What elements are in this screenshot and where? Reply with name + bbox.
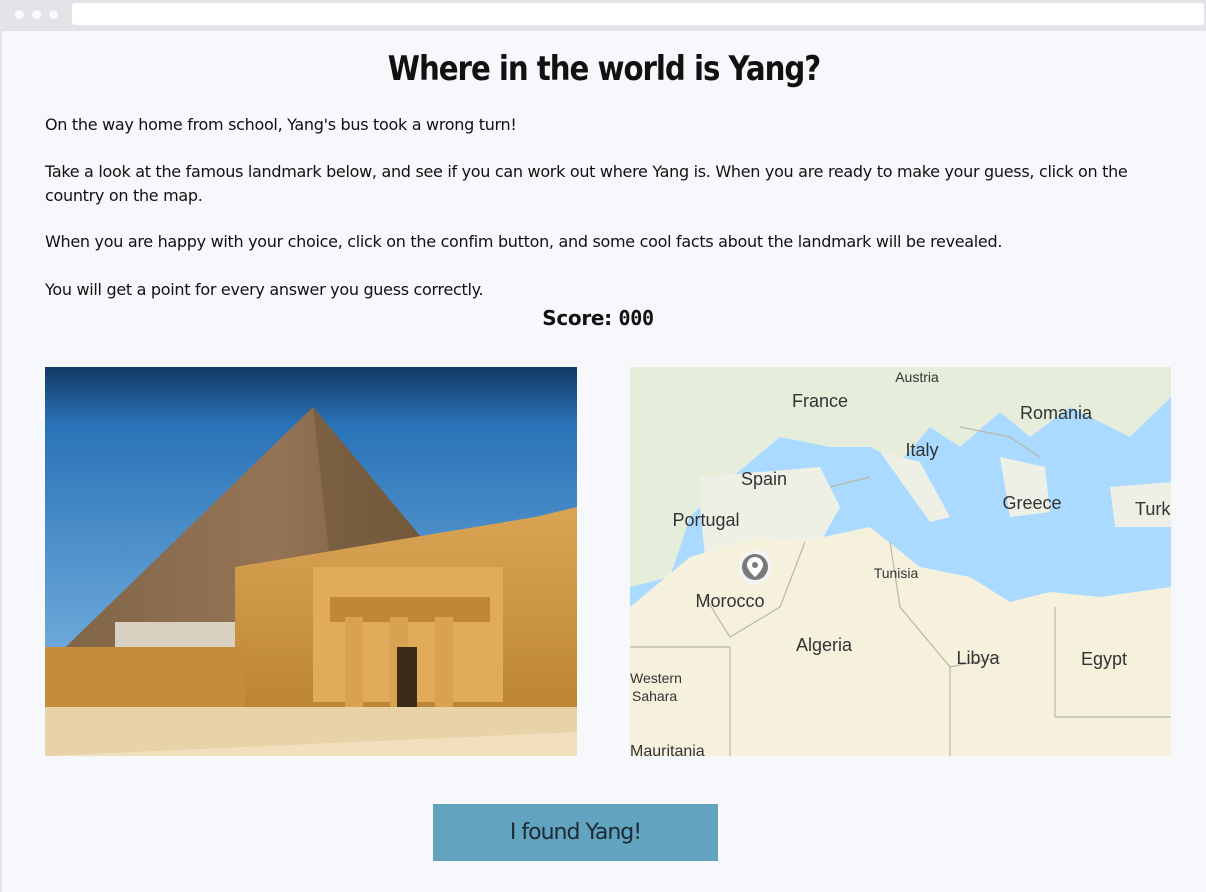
map-label-tunisia[interactable]: Tunisia	[874, 565, 919, 581]
map-label-sahara[interactable]: Sahara	[632, 688, 677, 704]
map-label-egypt[interactable]: Egypt	[1081, 649, 1127, 669]
browser-chrome	[0, 0, 1206, 31]
score-label: Score:	[542, 306, 612, 330]
window-dot-icon	[15, 10, 24, 19]
points-paragraph: You will get a point for every answer yo…	[45, 280, 484, 299]
map-label-portugal[interactable]: Portugal	[672, 510, 739, 530]
map-label-mauritania[interactable]: Mauritania	[630, 743, 705, 756]
map-label-turkey[interactable]: Turk	[1135, 499, 1171, 519]
map-label-austria[interactable]: Austria	[895, 369, 939, 385]
location-pin-icon[interactable]	[738, 550, 772, 584]
intro-paragraph: On the way home from school, Yang's bus …	[45, 115, 517, 134]
page-content: Where in the world is Yang? On the way h…	[0, 31, 1206, 892]
score-display: Score: 000	[2, 306, 1194, 330]
score-value: 000	[618, 306, 655, 330]
map-label-spain[interactable]: Spain	[741, 469, 787, 489]
map-label-algeria[interactable]: Algeria	[796, 635, 853, 655]
map-label-libya[interactable]: Libya	[956, 648, 1000, 668]
map-label-western[interactable]: Western	[630, 670, 682, 686]
address-bar[interactable]	[72, 3, 1204, 25]
instructions-paragraph: Take a look at the famous landmark below…	[45, 162, 1128, 205]
window-dot-icon	[32, 10, 41, 19]
found-yang-button[interactable]: I found Yang!	[433, 804, 718, 861]
map-label-morocco[interactable]: Morocco	[695, 591, 764, 611]
page-title: Where in the world is Yang?	[387, 49, 822, 89]
map-label-france[interactable]: France	[792, 391, 848, 411]
window-dot-icon	[49, 10, 58, 19]
map-label-romania[interactable]: Romania	[1020, 403, 1093, 423]
confirm-paragraph: When you are happy with your choice, cli…	[45, 232, 1003, 251]
map-label-italy[interactable]: Italy	[905, 440, 938, 460]
landmark-image	[45, 367, 577, 756]
map-widget[interactable]: Austria France Romania Italy Spain Greec…	[630, 367, 1171, 756]
map-label-greece[interactable]: Greece	[1002, 493, 1061, 513]
